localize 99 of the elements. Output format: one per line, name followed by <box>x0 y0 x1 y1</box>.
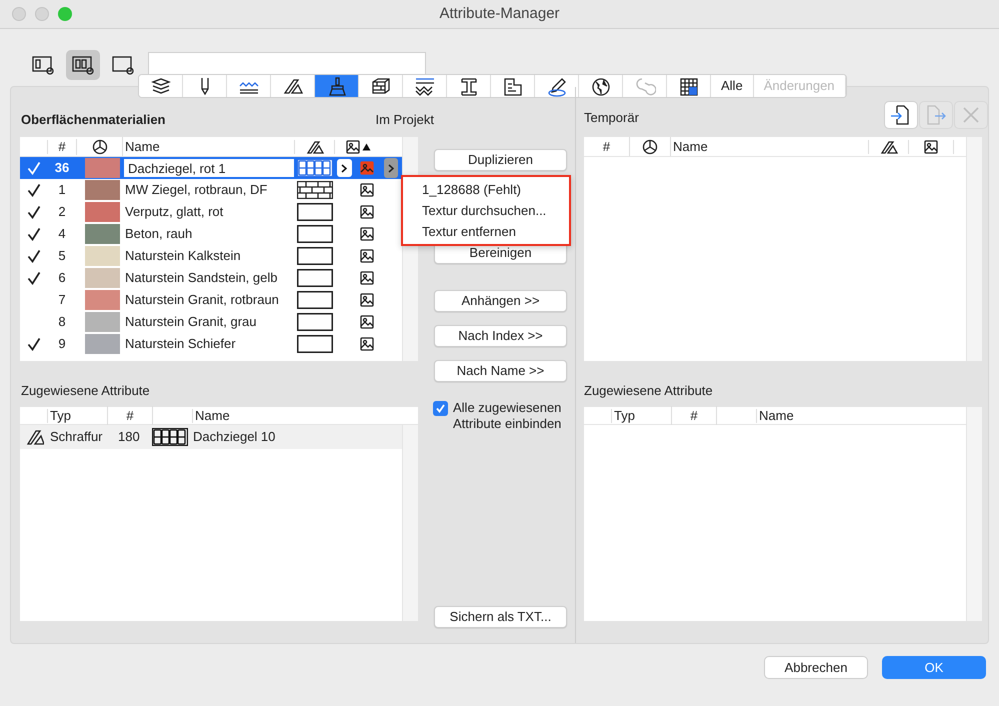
table-cell-text: 180 <box>118 428 141 446</box>
column-header[interactable]: Name <box>193 406 230 426</box>
table-row[interactable]: 7 Naturstein Granit, rotbraun <box>20 289 402 311</box>
column-header[interactable]: Name <box>670 136 868 156</box>
view-icon <box>31 54 55 76</box>
section-title: Zugewiesene Attribute <box>584 382 714 400</box>
table-cell-text: Naturstein Kalkstein <box>124 247 242 265</box>
section-title: Temporär <box>584 108 639 127</box>
checkbox[interactable] <box>433 401 448 416</box>
table-cell-text: 8 <box>57 313 67 332</box>
table-row[interactable]: 4 Beton, rauh <box>20 223 402 245</box>
hatch-icon <box>26 429 44 445</box>
fill-swatch <box>297 203 333 221</box>
table-cell-text: 5 <box>57 247 67 266</box>
tab[interactable] <box>315 75 359 97</box>
chevron-icon <box>388 164 394 172</box>
menu-item[interactable]: Textur durchsuchen... <box>403 200 569 221</box>
button[interactable]: Nach Name >> <box>434 360 567 382</box>
section-title: Zugewiesene Attribute <box>20 382 151 400</box>
color-wheel-icon <box>642 138 658 154</box>
table-cell-text: Beton, rauh <box>124 225 194 243</box>
table-cell-text: Dachziegel 10 <box>193 428 276 446</box>
ok-button[interactable]: OK <box>882 656 986 679</box>
table-cell-text: Schraffur <box>50 428 104 446</box>
tab[interactable] <box>139 75 183 97</box>
export-icon <box>925 104 947 126</box>
brick-icon <box>370 76 392 96</box>
pattern-icon <box>414 76 436 96</box>
table-cell-text: Verputz, glatt, rot <box>124 203 224 221</box>
fill-swatch <box>297 291 333 309</box>
table-cell-text: 9 <box>57 335 67 354</box>
button[interactable]: Sichern als TXT... <box>434 606 567 628</box>
table-row[interactable]: 6 Naturstein Sandstein, gelb <box>20 267 402 289</box>
tile-pattern-swatch <box>152 428 188 446</box>
hatch-icon <box>306 140 324 154</box>
pencil-icon <box>546 76 568 96</box>
checkbox-label: Alle zugewiesenen Attribute einbinden <box>453 400 562 432</box>
table-row[interactable]: Schraffur 180 Dachziegel 10 <box>20 425 402 449</box>
image-icon <box>346 140 360 154</box>
table-cell-text: Naturstein Granit, grau <box>124 313 258 331</box>
column-header[interactable]: Name <box>122 137 294 156</box>
globe-icon <box>590 76 612 96</box>
cancel-button[interactable]: Abbrechen <box>764 656 868 679</box>
column-header[interactable]: # <box>584 136 630 156</box>
color-wheel-icon <box>92 138 108 154</box>
scroll-bar[interactable] <box>966 407 982 621</box>
table-row[interactable]: 8 Naturstein Granit, grau <box>20 311 402 333</box>
table-cell-text: 7 <box>57 291 67 310</box>
table-row[interactable]: 9 Naturstein Schiefer <box>20 333 402 355</box>
table-row[interactable]: 1 MW Ziegel, rotbraun, DF <box>20 179 402 201</box>
button[interactable]: Anhängen >> <box>434 290 567 312</box>
menu-item[interactable]: Textur entfernen <box>403 221 569 242</box>
column-header[interactable]: Name <box>757 406 794 426</box>
tile-pattern-swatch <box>297 159 333 177</box>
button[interactable]: Nach Index >> <box>434 325 567 347</box>
name-field[interactable]: Dachziegel, rot 1 <box>123 158 295 178</box>
table-cell-text: MW Ziegel, rotbraun, DF <box>124 181 268 199</box>
table-cell-text: 4 <box>57 225 67 244</box>
table-cell-text: 6 <box>57 269 67 288</box>
view-button[interactable] <box>66 50 100 80</box>
toolbar-button[interactable] <box>884 101 918 129</box>
checkmark-icon <box>435 403 446 414</box>
link-icon <box>634 76 656 96</box>
scroll-bar[interactable] <box>402 425 418 621</box>
expand-button[interactable] <box>336 159 352 177</box>
table-cell-text: 36 <box>54 159 70 178</box>
fill-swatch <box>297 225 333 243</box>
chevron-icon <box>341 164 347 172</box>
table-cell-text: 2 <box>57 203 67 222</box>
sort-ascending-icon <box>362 142 371 150</box>
view-icon <box>71 54 95 76</box>
image-icon <box>924 140 938 154</box>
fill-swatch <box>297 269 333 287</box>
section-subtitle: Im Projekt <box>375 111 434 130</box>
window-title: Attribute-Manager <box>439 4 560 24</box>
expand-button[interactable] <box>384 158 398 178</box>
table-cell-text: Naturstein Granit, rotbraun <box>124 291 280 309</box>
fill-swatch <box>297 335 333 353</box>
column-header[interactable]: # <box>48 137 76 156</box>
table-cell-text: Naturstein Schiefer <box>124 335 237 353</box>
fill-swatch <box>297 247 333 265</box>
layers-icon <box>150 76 172 96</box>
view-icon <box>111 54 135 76</box>
fill-swatch <box>297 313 333 331</box>
menu-item[interactable]: 1_128688 (Fehlt) <box>403 179 569 200</box>
grid-icon <box>678 76 700 96</box>
document-icon <box>502 76 524 96</box>
table-cell-text: 1 <box>57 181 67 200</box>
brick-pattern-swatch <box>297 181 333 199</box>
hatch-icon <box>880 140 898 154</box>
section-title: Oberflächenmaterialien <box>20 111 166 130</box>
column-header[interactable]: # <box>672 406 717 426</box>
column-header[interactable]: Typ <box>612 406 672 426</box>
table-row[interactable]: 36 Dachziegel, rot 1 <box>20 157 402 179</box>
table-row[interactable]: 5 Naturstein Kalkstein <box>20 245 402 267</box>
table-row[interactable]: 2 Verputz, glatt, rot <box>20 201 402 223</box>
scroll-bar[interactable] <box>966 137 982 361</box>
button[interactable]: Duplizieren <box>434 149 567 171</box>
table-cell-text: Naturstein Sandstein, gelb <box>124 269 278 287</box>
